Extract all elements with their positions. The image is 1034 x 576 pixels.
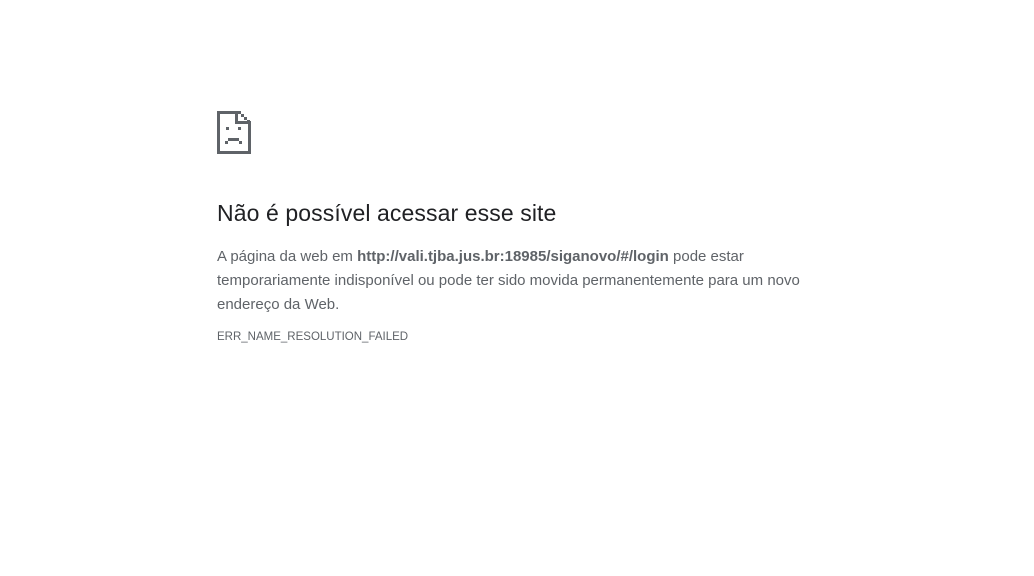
error-page: Não é possível acessar esse site A págin… [0,0,1034,576]
error-title: Não é possível acessar esse site [217,200,557,226]
error-content: Não é possível acessar esse site A págin… [217,111,817,343]
description-prefix: A página da web em [217,248,358,265]
error-code: ERR_NAME_RESOLUTION_FAILED [217,331,409,343]
error-url: http://vali.tjba.jus.br:18985/siganovo/#… [357,248,669,265]
sad-page-icon [217,111,251,154]
error-description: A página da web em http://vali.tjba.jus.… [217,245,817,317]
